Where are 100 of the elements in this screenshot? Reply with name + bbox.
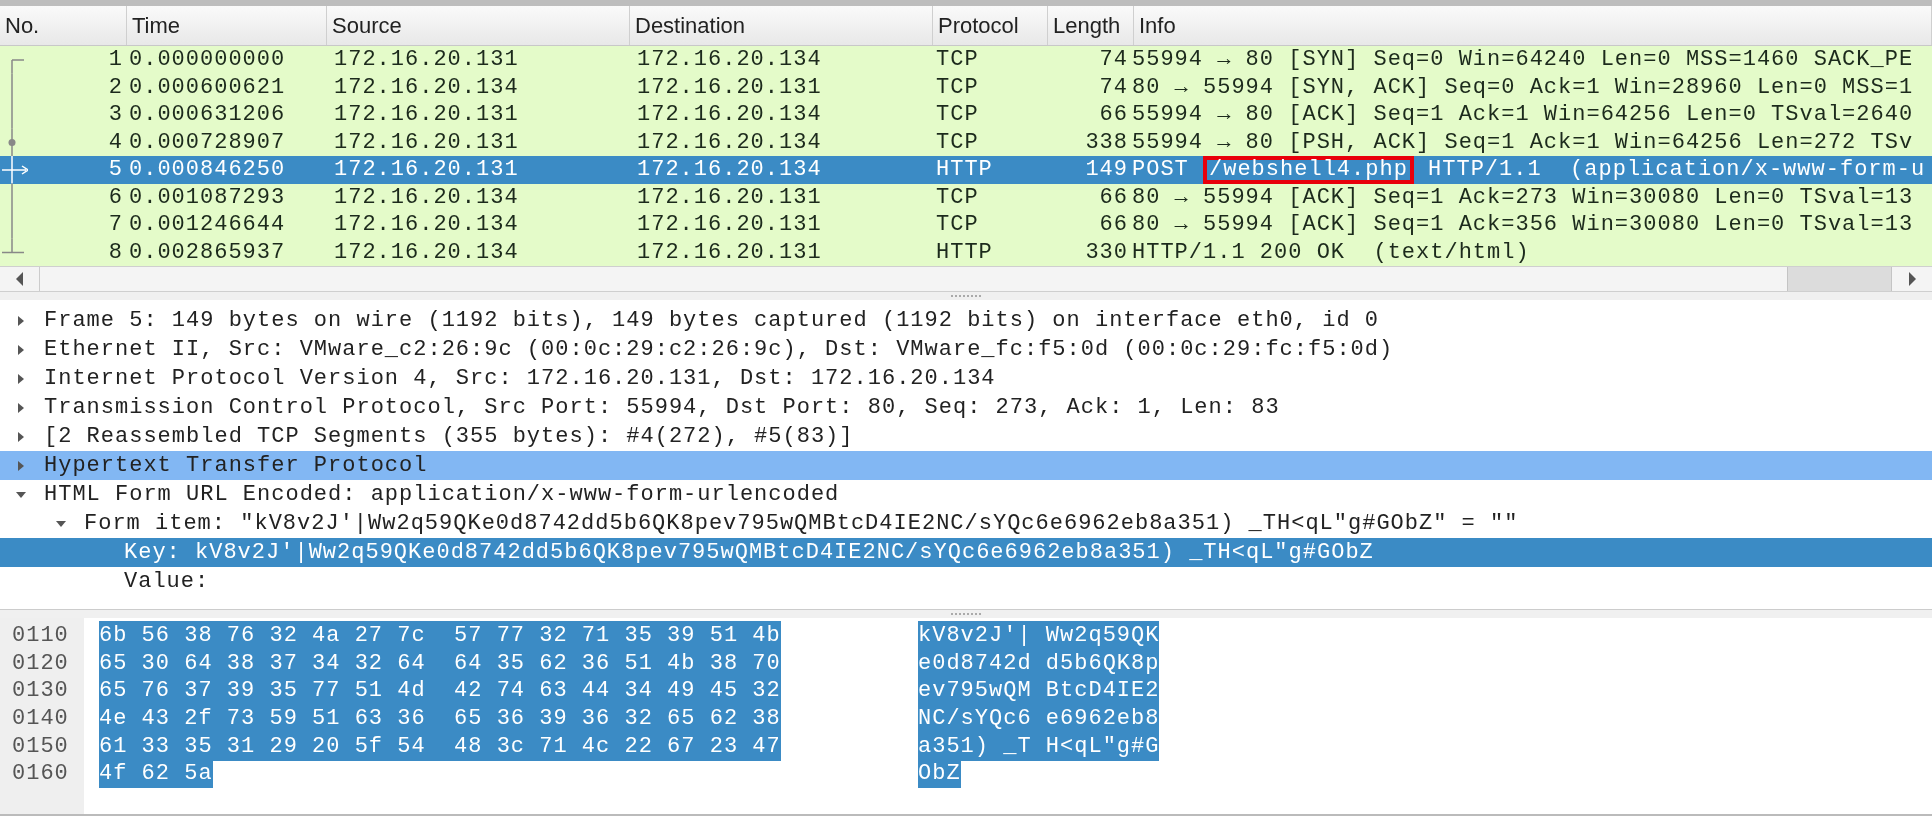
packet-length: 74 <box>1098 46 1129 74</box>
packet-row[interactable]: 6 0.001087293 172.16.20.134 172.16.20.131 TCP 66 80 → 55994 [ACK] Seq=1 Ack=273 Win=30080 Len=0 TSval=13 <box>0 183 1932 211</box>
packet-protocol: TCP <box>935 128 980 156</box>
packet-time: 0.000631206 <box>128 101 287 129</box>
packet-length: 66 <box>1098 211 1129 239</box>
packet-protocol: TCP <box>935 46 980 74</box>
detail-row[interactable]: Frame 5: 149 bytes on wire (1192 bits), 149 bytes captured (1192 bits) on interface eth0, id 0 <box>0 306 1932 335</box>
packet-source: 172.16.20.131 <box>333 101 520 129</box>
packet-time: 0.000846250 <box>128 156 287 184</box>
packet-row[interactable]: 3 0.000631206 172.16.20.131 172.16.20.134 TCP 66 55994 → 80 [ACK] Seq=1 Ack=1 Win=64256 Len=0 TSval=2640 <box>0 101 1932 129</box>
hex-bytes[interactable]: 61 33 35 31 29 20 5f 54 48 3c 71 4c 22 67 23 47 <box>99 731 781 761</box>
packet-destination: 172.16.20.134 <box>636 156 823 184</box>
byte-offset: 0120 <box>11 649 70 678</box>
packet-source: 172.16.20.134 <box>333 211 520 239</box>
byte-offset: 0110 <box>11 622 70 650</box>
detail-row[interactable]: HTML Form URL Encoded: application/x-www-form-urlencoded <box>0 480 1932 509</box>
detail-row[interactable]: Form item: "kV8v2J'|Ww2q59QKe0d8742dd5b6QK8pev795wQMBtcD4IE2NC/sYQc6e6962eb8a351) _TH<qL"g#GObZ" = "" <box>0 509 1932 538</box>
packet-time: 0.000728907 <box>128 128 287 156</box>
packet-time: 0.001087293 <box>128 183 287 211</box>
packet-protocol: TCP <box>935 211 980 239</box>
packet-destination: 172.16.20.134 <box>636 46 823 74</box>
column-header[interactable]: Destination <box>630 6 933 45</box>
detail-text: Ethernet II, Src: VMware_c2:26:9c (00:0c:29:c2:26:9c), Dst: VMware_fc:f5:0d (00:0c:29:fc:f5:0d) <box>44 336 1394 364</box>
packet-destination: 172.16.20.134 <box>636 128 823 156</box>
packet-destination: 172.16.20.131 <box>636 238 823 266</box>
detail-row[interactable]: Ethernet II, Src: VMware_c2:26:9c (00:0c:29:c2:26:9c), Dst: VMware_fc:f5:0d (00:0c:29:fc:f5:0d) <box>0 335 1932 364</box>
detail-text: Value: <box>124 568 210 596</box>
ascii-bytes[interactable]: a351) _T H<qL"g#G <box>918 731 1160 761</box>
packet-source: 172.16.20.134 <box>333 183 520 211</box>
detail-row[interactable]: Key: kV8v2J'|Ww2q59QKe0d8742dd5b6QK8pev795wQMBtcD4IE2NC/sYQc6e6962eb8a351) _TH<qL"g#GObZ <box>0 538 1932 567</box>
packet-protocol: TCP <box>935 73 980 101</box>
packet-row[interactable]: 2 0.000600621 172.16.20.134 172.16.20.131 TCP 74 80 → 55994 [SYN, ACK] Seq=0 Ack=1 Win=28960 Len=0 MSS=1 <box>0 73 1932 101</box>
column-header[interactable]: Time <box>127 6 327 45</box>
packet-info: HTTP/1.1 200 OK (text/html) <box>1132 239 1530 265</box>
byte-offset: 0160 <box>11 760 70 789</box>
ascii-bytes[interactable]: ev795wQM BtcD4IE2 <box>918 676 1160 706</box>
packet-info: 55994 → 80 [ACK] Seq=1 Ack=1 Win=64256 Len=0 TSval=2640 <box>1132 102 1914 127</box>
packet-source: 172.16.20.134 <box>333 73 520 101</box>
column-header[interactable]: Source <box>327 6 630 45</box>
packet-info: 80 → 55994 [SYN, ACK] Seq=0 Ack=1 Win=28960 Len=0 MSS=1 <box>1132 74 1914 100</box>
splitter-handle[interactable] <box>951 295 981 297</box>
detail-text: HTML Form URL Encoded: application/x-www-form-urlencoded <box>44 481 840 509</box>
packet-number: 6 <box>108 183 124 211</box>
packet-length: 149 <box>1084 156 1129 184</box>
column-header[interactable]: Length <box>1048 6 1134 45</box>
scrollbar-thumb[interactable] <box>1787 267 1892 291</box>
packet-protocol: TCP <box>935 101 980 129</box>
scroll-left-icon[interactable] <box>14 272 25 286</box>
packet-destination: 172.16.20.131 <box>636 211 823 239</box>
packet-info: POST <box>1132 157 1190 182</box>
packet-number: 2 <box>108 73 124 101</box>
ascii-bytes[interactable]: NC/sYQc6 e6962eb8 <box>918 704 1160 734</box>
packet-row[interactable]: 4 0.000728907 172.16.20.131 172.16.20.134 TCP 338 55994 → 80 [PSH, ACK] Seq=1 Ack=1 Win=64256 Len=272 TSv <box>0 128 1932 156</box>
packet-number: 4 <box>108 128 124 156</box>
packet-destination: 172.16.20.134 <box>636 101 823 129</box>
column-header[interactable]: Info <box>1134 6 1932 45</box>
detail-row[interactable]: Transmission Control Protocol, Src Port: 55994, Dst Port: 80, Seq: 273, Ack: 1, Len: 83 <box>0 393 1932 422</box>
packet-source: 172.16.20.131 <box>333 46 520 74</box>
packet-number: 1 <box>108 46 124 74</box>
packet-info: 55994 → 80 [SYN] Seq=0 Win=64240 Len=0 MSS=1460 SACK_PE <box>1132 47 1914 72</box>
packet-row[interactable]: 7 0.001246644 172.16.20.134 172.16.20.131 TCP 66 80 → 55994 [ACK] Seq=1 Ack=356 Win=30080 Len=0 TSval=13 <box>0 211 1932 239</box>
packet-protocol: HTTP <box>935 156 994 184</box>
packet-destination: 172.16.20.131 <box>636 73 823 101</box>
column-header[interactable]: Protocol <box>933 6 1048 45</box>
detail-row[interactable]: Hypertext Transfer Protocol <box>0 451 1932 480</box>
hex-bytes[interactable]: 65 76 37 39 35 77 51 4d 42 74 63 44 34 49 45 32 <box>99 676 781 706</box>
packet-time: 0.000000000 <box>128 46 287 74</box>
scroll-right-icon[interactable] <box>1907 272 1917 286</box>
detail-text: Internet Protocol Version 4, Src: 172.16.20.131, Dst: 172.16.20.134 <box>44 365 996 393</box>
packet-length: 330 <box>1084 238 1129 266</box>
detail-text: Form item: "kV8v2J'|Ww2q59QKe0d8742dd5b6QK8pev795wQMBtcD4IE2NC/sYQc6e6962eb8a351) _TH<qL"g#GObZ" = "" <box>84 510 1519 538</box>
detail-text: Hypertext Transfer Protocol <box>44 452 428 480</box>
hex-bytes[interactable]: 4e 43 2f 73 59 51 63 36 65 36 39 36 32 65 62 38 <box>99 704 781 734</box>
packet-row[interactable]: 8 0.002865937 172.16.20.134 172.16.20.131 HTTP 330 HTTP/1.1 200 OK (text/html) <box>0 238 1932 266</box>
detail-row[interactable]: Internet Protocol Version 4, Src: 172.16.20.131, Dst: 172.16.20.134 <box>0 364 1932 393</box>
packet-time: 0.002865937 <box>128 238 287 266</box>
packet-info: 80 → 55994 [ACK] Seq=1 Ack=356 Win=30080 Len=0 TSval=13 <box>1132 212 1914 237</box>
packet-protocol: TCP <box>935 183 980 211</box>
detail-row[interactable]: [2 Reassembled TCP Segments (355 bytes): #4(272), #5(83)] <box>0 422 1932 451</box>
splitter-handle[interactable] <box>951 613 981 615</box>
detail-text: Transmission Control Protocol, Src Port: 55994, Dst Port: 80, Seq: 273, Ack: 1, Len: 83 <box>44 394 1280 422</box>
packet-protocol: HTTP <box>935 238 994 266</box>
byte-offset: 0140 <box>11 705 70 733</box>
hex-bytes[interactable]: 4f 62 5a <box>99 759 213 789</box>
packet-number: 8 <box>108 238 124 266</box>
ascii-bytes[interactable]: kV8v2J'| Ww2q59QK <box>918 621 1160 650</box>
detail-text: Key: kV8v2J'|Ww2q59QKe0d8742dd5b6QK8pev795wQMBtcD4IE2NC/sYQc6e6962eb8a351) _TH<qL"g#GObZ <box>124 539 1374 567</box>
packet-time: 0.000600621 <box>128 73 287 101</box>
hex-bytes[interactable]: 6b 56 38 76 32 4a 27 7c 57 77 32 71 35 39 51 4b <box>99 621 781 650</box>
byte-offset: 0130 <box>11 677 70 706</box>
detail-text: [2 Reassembled TCP Segments (355 bytes): #4(272), #5(83)] <box>44 423 854 451</box>
packet-source: 172.16.20.131 <box>333 128 520 156</box>
highlight-box: /webshell4.php <box>1203 156 1414 184</box>
packet-row[interactable]: 5 0.000846250 172.16.20.131 172.16.20.134 HTTP 149 POST /webshell4.php HTTP/1.1 (application/x-www-form-u <box>0 156 1932 184</box>
packet-length: 66 <box>1098 101 1129 129</box>
column-header[interactable]: No. <box>0 6 127 45</box>
packet-destination: 172.16.20.131 <box>636 183 823 211</box>
packet-row[interactable]: 1 0.000000000 172.16.20.131 172.16.20.134 TCP 74 55994 → 80 [SYN] Seq=0 Win=64240 Len=0 MSS=1460 SACK_PE <box>0 46 1932 74</box>
detail-row[interactable]: Value: <box>0 567 1932 596</box>
ascii-bytes[interactable]: ObZ <box>918 759 961 789</box>
